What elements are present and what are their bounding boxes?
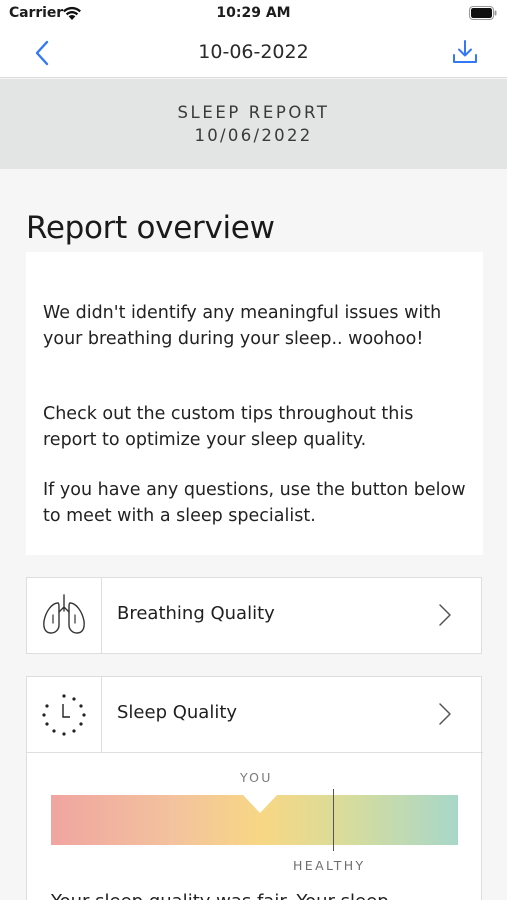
sleep-icon-cell [27,677,102,752]
report-banner: SLEEP REPORT 10/06/2022 [0,79,507,169]
sleep-quality-row[interactable]: Sleep Quality [27,677,481,752]
sleep-quality-card: Sleep Quality YOU HEALTHY Your sleep qua… [26,676,483,900]
breathing-icon-cell [27,578,102,653]
chevron-right-icon [439,703,451,725]
sleep-quality-summary: Your sleep quality was fair. Your sleep [51,891,389,900]
overview-card: We didn't identify any meaningful issues… [26,252,483,555]
overview-paragraph: If you have any questions, use the butto… [43,480,466,526]
page-title: 10-06-2022 [198,41,309,63]
breathing-quality-label: Breathing Quality [117,603,275,624]
status-bar: Carrier 10:29 AM [0,0,507,28]
sleep-quality-gauge: YOU HEALTHY Your sleep quality was fair.… [27,752,483,900]
sleep-report-screen: Carrier 10:29 AM 10-06-2022 SLEEP REPORT… [0,0,507,900]
you-marker-pointer [243,795,277,813]
overview-paragraph: We didn't identify any meaningful issues… [43,303,442,349]
battery-icon [469,6,497,20]
chevron-right-icon [439,604,451,626]
sleep-quality-label: Sleep Quality [117,702,238,723]
status-time: 10:29 AM [216,5,291,21]
healthy-reference-label: HEALTHY [293,858,366,873]
breathing-quality-card: Breathing Quality [26,577,482,654]
report-banner-date: 10/06/2022 [194,126,313,145]
navigation-bar: 10-06-2022 [0,28,507,78]
you-marker-label: YOU [240,770,273,785]
overview-paragraph: Check out the custom tips throughout thi… [43,404,414,450]
download-icon[interactable] [451,38,479,66]
healthy-reference-line [333,789,334,851]
lungs-icon [43,594,85,634]
overview-heading: Report overview [26,210,275,246]
breathing-quality-row[interactable]: Breathing Quality [27,578,481,653]
report-banner-title: SLEEP REPORT [177,103,330,122]
clock-icon [42,694,86,736]
